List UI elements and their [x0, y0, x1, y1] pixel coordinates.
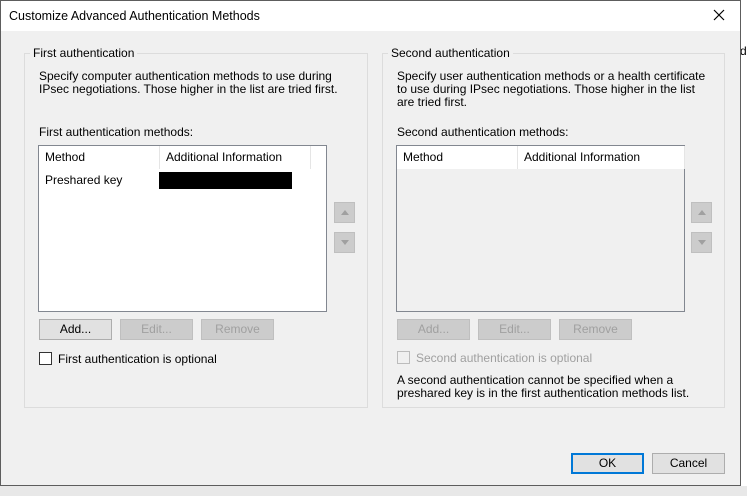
dialog-window: Customize Advanced Authentication Method… — [0, 0, 741, 486]
column-header-additional-info[interactable]: Additional Information — [160, 146, 311, 169]
first-auth-legend: First authentication — [30, 46, 138, 60]
first-auth-optional-label[interactable]: First authentication is optional — [58, 352, 217, 366]
window-title: Customize Advanced Authentication Method… — [9, 9, 260, 23]
close-button[interactable] — [700, 1, 740, 31]
column-header-method[interactable]: Method — [397, 146, 518, 169]
close-icon — [713, 9, 725, 21]
second-auth-description: Specify user authentication methods or a… — [397, 69, 706, 109]
arrow-up-icon — [341, 210, 349, 215]
list-item[interactable]: Preshared key — [39, 171, 326, 189]
move-down-button[interactable] — [334, 232, 355, 253]
move-down-button-second[interactable] — [691, 232, 712, 253]
second-auth-optional-label[interactable]: Second authentication is optional — [416, 351, 592, 365]
first-auth-list-label-text: First authentication methods: — [39, 125, 194, 139]
column-header-method[interactable]: Method — [39, 146, 160, 169]
remove-button-second[interactable]: Remove — [559, 319, 632, 340]
add-button-second[interactable]: Add... — [397, 319, 470, 340]
move-up-button[interactable] — [334, 202, 355, 223]
second-auth-list-label: Second authentication methods: — [397, 125, 568, 139]
ok-button[interactable]: OK — [571, 453, 644, 474]
background-edge-text: de — [740, 44, 747, 58]
second-auth-legend: Second authentication — [388, 46, 513, 60]
background-app-bottom — [0, 486, 747, 496]
second-auth-optional-checkbox[interactable] — [397, 351, 410, 364]
first-auth-optional-checkbox[interactable] — [39, 352, 52, 365]
method-cell: Preshared key — [45, 173, 123, 187]
second-auth-methods-list[interactable]: Method Additional Information — [396, 145, 685, 312]
arrow-down-icon — [341, 240, 349, 245]
arrow-down-icon — [698, 240, 706, 245]
first-auth-description: Specify computer authentication methods … — [39, 69, 338, 96]
add-button[interactable]: Add... — [39, 319, 112, 340]
second-auth-note: A second authentication cannot be specif… — [397, 373, 690, 400]
remove-button[interactable]: Remove — [201, 319, 274, 340]
redacted-info-cell — [159, 172, 292, 189]
cancel-button[interactable]: Cancel — [652, 453, 725, 474]
arrow-up-icon — [698, 210, 706, 215]
second-auth-list-label-text: Second authentication methods: — [397, 125, 569, 139]
move-up-button-second[interactable] — [691, 202, 712, 223]
edit-button-second[interactable]: Edit... — [478, 319, 551, 340]
first-auth-methods-list[interactable]: Method Additional Information Preshared … — [38, 145, 327, 312]
first-list-header: Method Additional Information — [39, 146, 326, 169]
column-header-additional-info[interactable]: Additional Information — [518, 146, 685, 169]
second-list-header: Method Additional Information — [397, 146, 685, 169]
title-bar: Customize Advanced Authentication Method… — [1, 1, 740, 31]
first-auth-list-label: First authentication methods: — [39, 125, 193, 139]
edit-button[interactable]: Edit... — [120, 319, 193, 340]
background-app-edge — [741, 0, 747, 496]
